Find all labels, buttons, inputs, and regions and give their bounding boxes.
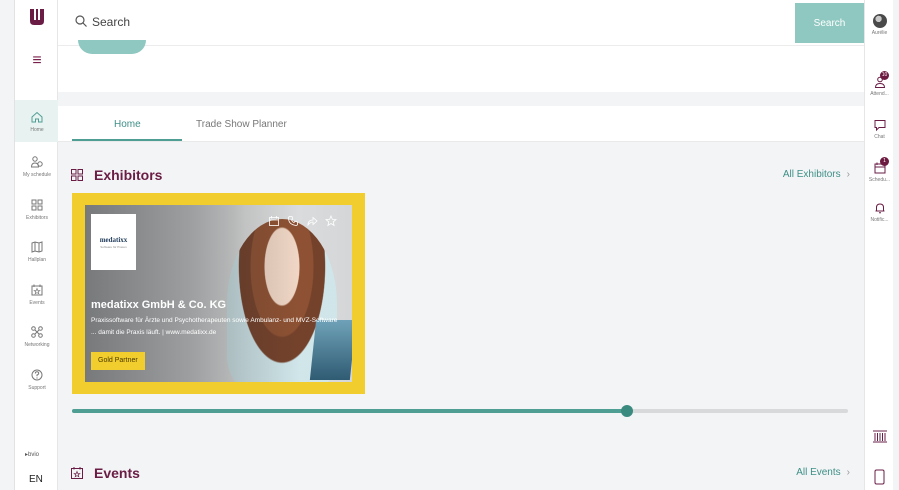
attendees-label: Attend... (870, 91, 889, 97)
tabs-bar: Home Trade Show Planner (58, 106, 864, 142)
avatar (872, 14, 887, 28)
nav-label: My schedule (22, 171, 52, 178)
events-header: Events (70, 464, 140, 482)
logo-subtext: Software für Praxen (100, 244, 127, 249)
exhibitors-header: Exhibitors (70, 166, 162, 184)
attendees-badge: 10 (880, 71, 889, 80)
section-title: Exhibitors (94, 167, 163, 183)
chat-button[interactable]: Chat (865, 118, 894, 140)
grid-icon (31, 199, 43, 210)
nav-label: Events (29, 299, 45, 306)
nav-item-networking[interactable]: Networking (15, 315, 59, 357)
nav-label: Home (30, 126, 44, 133)
search-input[interactable] (92, 12, 732, 32)
people-icon (30, 155, 43, 167)
nav-item-events[interactable]: Events (15, 273, 59, 315)
schedule-button[interactable]: 1 Schedu... (865, 157, 894, 183)
schedule-label: Schedu... (868, 177, 891, 183)
right-sidebar: Aurélie 10 Attend... Chat 1 Schedu... No… (864, 0, 893, 490)
star-icon[interactable] (325, 215, 337, 227)
main-content: Home Trade Show Planner Exhibitors All E… (58, 40, 864, 490)
calendar-icon[interactable] (268, 215, 280, 227)
link-label: All Events (796, 467, 841, 478)
chat-label: Chat (874, 134, 885, 140)
tab-trade-show-planner[interactable]: Trade Show Planner (196, 119, 287, 130)
app-logo-icon[interactable] (27, 7, 47, 27)
card-actions (268, 215, 337, 227)
exhibitor-card[interactable]: medatixx Software für Praxen medatixx Gm… (72, 193, 365, 394)
user-name: Aurélie (871, 30, 888, 36)
nav-label: Support (28, 384, 46, 391)
tab-home[interactable]: Home (114, 119, 141, 130)
menu-toggle-icon[interactable]: ≡ (28, 53, 46, 69)
schedule-badge: 1 (880, 157, 889, 166)
exhibitor-card-image: medatixx Software für Praxen medatixx Gm… (85, 205, 352, 382)
chat-icon (874, 120, 885, 132)
hero-decoration (78, 40, 146, 54)
network-icon (31, 325, 43, 338)
user-profile[interactable]: Aurélie (865, 14, 894, 36)
active-tab-indicator (72, 139, 182, 141)
language-switch[interactable]: EN (29, 474, 43, 485)
all-events-link[interactable]: All Events › (796, 467, 850, 478)
top-bar: Search (58, 0, 864, 46)
all-exhibitors-link[interactable]: All Exhibitors › (783, 169, 850, 180)
attendees-button[interactable]: 10 Attend... (865, 71, 894, 97)
left-sidebar: ≡ Home My schedule Exhibitors Hallplan E… (14, 0, 59, 490)
nav-item-my-schedule[interactable]: My schedule (15, 145, 59, 187)
scrollbar-fill (72, 409, 627, 413)
scrollbar-thumb[interactable] (620, 405, 633, 417)
link-label: All Exhibitors (782, 169, 841, 180)
calendar-star-icon (31, 284, 43, 295)
nav-item-support[interactable]: Support (15, 358, 59, 400)
phone-icon[interactable] (287, 215, 299, 227)
hero-banner (58, 40, 864, 92)
exhibitor-logo: medatixx Software für Praxen (91, 214, 136, 270)
exhibitor-description: Praxissoftware für Ärzte und Psychothera… (91, 317, 338, 336)
exhibitor-name: medatixx GmbH & Co. KG (91, 299, 227, 311)
share-icon[interactable] (306, 215, 318, 227)
calendar-star-icon (71, 467, 83, 479)
home-icon (31, 111, 43, 122)
logo-text: medatixx (99, 235, 128, 244)
bell-icon (875, 203, 884, 214)
nav-label: Hallplan (27, 256, 47, 263)
nav-item-exhibitors[interactable]: Exhibitors (15, 188, 59, 230)
search-icon (75, 15, 87, 27)
library-icon[interactable] (872, 428, 888, 444)
partner-badge: Gold Partner (91, 352, 145, 370)
help-icon (31, 369, 43, 380)
notifications-button[interactable]: Notific... (865, 201, 894, 223)
footer-logo: ▸bvio (25, 452, 40, 458)
nav-label: Exhibitors (26, 214, 48, 221)
chevron-right-icon: › (846, 467, 850, 478)
notifications-label: Notific... (870, 217, 889, 223)
map-icon (31, 240, 43, 253)
grid-icon (71, 169, 83, 181)
exhibitors-scrollbar[interactable] (72, 405, 848, 417)
nav-item-home[interactable]: Home (15, 100, 59, 142)
nav-label: Networking (24, 341, 50, 348)
chevron-right-icon: › (846, 169, 850, 180)
mobile-icon[interactable] (874, 469, 885, 485)
section-title: Events (94, 465, 140, 481)
search-button[interactable]: Search (795, 3, 864, 43)
nav-item-hallplan[interactable]: Hallplan (15, 230, 59, 272)
